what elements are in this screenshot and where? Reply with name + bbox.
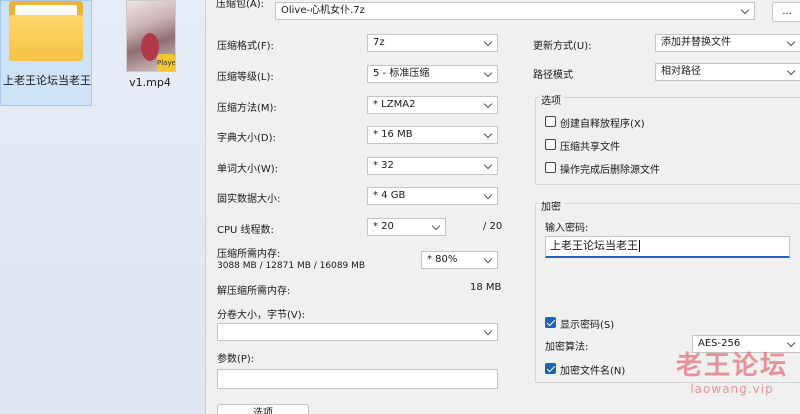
solid-combo[interactable]: * 4 GB — [367, 187, 498, 205]
threads-label: CPU 线程数: — [217, 225, 274, 236]
format-label: 压缩格式(F): — [217, 41, 274, 52]
level-combo[interactable]: 5 - 标准压缩 — [367, 65, 498, 83]
desktop-folder[interactable]: 上老王论坛当老王 — [0, 0, 92, 106]
encrypt-names-label: 加密文件名(N) — [560, 366, 626, 377]
shared-files-label: 压缩共享文件 — [560, 142, 620, 153]
mem-compress-label: 压缩所需内存: — [217, 249, 281, 260]
chevron-down-icon — [431, 219, 441, 235]
dict-label: 字典大小(D): — [217, 133, 276, 144]
password-input[interactable]: 上老王论坛当老王 — [545, 236, 790, 258]
split-label: 分卷大小，字节(V): — [217, 310, 306, 321]
chevron-down-icon — [483, 66, 493, 82]
update-combo[interactable]: 添加并替换文件 — [655, 34, 800, 52]
dict-value: * 16 MB — [373, 129, 413, 140]
method-value: * LZMA2 — [373, 99, 416, 110]
mem-decompress-value: 18 MB — [470, 282, 502, 293]
password-label: 输入密码: — [545, 223, 589, 234]
watermark-sub: laowang.vip — [690, 382, 774, 396]
path-mode-combo[interactable]: 相对路径 — [655, 63, 800, 81]
level-label: 压缩等级(L): — [217, 72, 274, 83]
update-label: 更新方式(U): — [533, 41, 592, 52]
show-password-checkbox[interactable] — [545, 317, 556, 328]
browse-button[interactable]: ... — [772, 2, 800, 22]
mem-compress-detail: 3088 MB / 12871 MB / 16089 MB — [217, 261, 366, 271]
method-label: 压缩方法(M): — [217, 103, 277, 114]
chevron-down-icon — [483, 252, 493, 268]
word-label: 单词大小(W): — [217, 164, 279, 175]
encryption-group-title: 加密 — [538, 198, 564, 213]
chevron-down-icon — [740, 3, 750, 19]
split-combo[interactable] — [217, 323, 498, 341]
mem-compress-value: * 80% — [427, 254, 458, 265]
path-mode-value: 相对路径 — [661, 66, 701, 77]
delete-after-label: 操作完成后删除源文件 — [560, 165, 660, 176]
chevron-down-icon — [786, 35, 796, 51]
sfx-checkbox[interactable] — [545, 116, 556, 127]
watermark: 老王论坛 laowang.vip — [662, 350, 800, 396]
params-label: 参数(P): — [217, 354, 255, 365]
params-input[interactable] — [217, 369, 498, 389]
player-badge-icon: Player — [157, 54, 175, 71]
sfx-label: 创建自释放程序(X) — [560, 119, 645, 130]
threads-value: * 20 — [373, 221, 394, 232]
options-group-title: 选项 — [538, 92, 564, 107]
desktop: 上老王论坛当老王 Player v1.mp4 — [0, 0, 205, 414]
encrypt-names-checkbox[interactable] — [545, 363, 556, 374]
word-combo[interactable]: * 32 — [367, 157, 498, 175]
level-value: 5 - 标准压缩 — [373, 68, 430, 79]
chevron-down-icon — [483, 324, 493, 340]
desktop-video-file[interactable]: Player v1.mp4 — [118, 0, 182, 92]
solid-value: * 4 GB — [373, 190, 406, 201]
watermark-main: 老王论坛 — [675, 351, 788, 381]
chevron-down-icon — [483, 158, 493, 174]
format-combo[interactable]: 7z — [367, 34, 498, 52]
threads-max: / 20 — [483, 221, 503, 232]
mem-decompress-label: 解压缩所需内存: — [217, 286, 291, 297]
chevron-down-icon — [483, 188, 493, 204]
chevron-down-icon — [483, 97, 493, 113]
archive-label: 压缩包(A): — [216, 0, 265, 10]
word-value: * 32 — [373, 160, 394, 171]
shared-files-checkbox[interactable] — [545, 139, 556, 150]
encryption-method-label: 加密算法: — [545, 342, 589, 353]
chevron-down-icon — [786, 64, 796, 80]
chevron-down-icon — [483, 127, 493, 143]
video-label: v1.mp4 — [129, 76, 171, 89]
show-password-label: 显示密码(S) — [560, 320, 615, 331]
options-button[interactable]: 选项 — [217, 404, 309, 414]
folder-icon — [9, 1, 83, 63]
add-to-archive-dialog: 压缩包(A): Olive-心机女仆.7z ... 压缩格式(F): 7z 压缩… — [205, 0, 800, 414]
method-combo[interactable]: * LZMA2 — [367, 96, 498, 114]
dict-combo[interactable]: * 16 MB — [367, 126, 498, 144]
solid-label: 固实数据大小: — [217, 194, 281, 205]
password-value: 上老王论坛当老王 — [550, 239, 638, 252]
chevron-down-icon — [483, 35, 493, 51]
encryption-method-value: AES-256 — [698, 338, 741, 349]
delete-after-checkbox[interactable] — [545, 162, 556, 173]
video-thumbnail: Player — [126, 0, 176, 72]
archive-path-value: Olive-心机女仆.7z — [281, 5, 365, 16]
mem-compress-combo[interactable]: * 80% — [421, 251, 498, 269]
update-value: 添加并替换文件 — [661, 37, 731, 48]
archive-path-combo[interactable]: Olive-心机女仆.7z — [275, 2, 755, 20]
threads-combo[interactable]: * 20 — [367, 218, 446, 236]
folder-label: 上老王论坛当老王 — [3, 74, 91, 87]
format-value: 7z — [373, 37, 385, 48]
path-mode-label: 路径模式 — [533, 70, 573, 81]
